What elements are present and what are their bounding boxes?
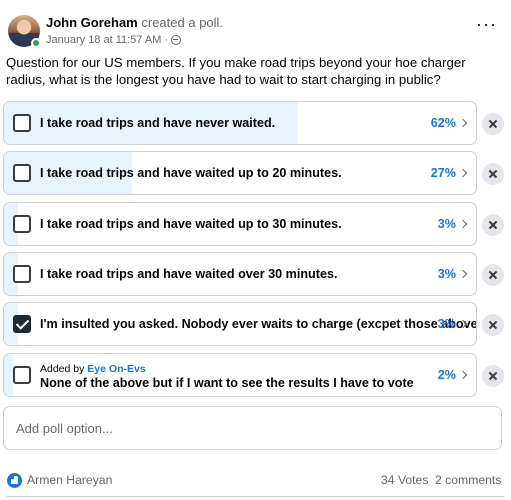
online-status-icon xyxy=(31,38,41,48)
poll-option-row: I take road trips and have waited up to … xyxy=(0,151,511,195)
comments-count[interactable]: 2 comments xyxy=(435,473,501,487)
poll-option-row: I'm insulted you asked. Nobody ever wait… xyxy=(0,302,511,346)
author-avatar[interactable] xyxy=(8,15,41,48)
post-timestamp[interactable]: January 18 at 11:57 AM xyxy=(46,34,161,46)
poll-option-label: I take road trips and have waited up to … xyxy=(40,166,342,180)
remove-option-close-icon[interactable] xyxy=(482,314,504,336)
poll-option-label: I'm insulted you asked. Nobody ever wait… xyxy=(40,317,477,331)
post-footer: Armen Hareyan 34 Votes 2 comments xyxy=(0,470,511,492)
percent-value: 62% xyxy=(430,116,456,130)
option-added-by: Added by Eye On-Evs xyxy=(40,363,146,375)
remove-option-close-icon[interactable] xyxy=(482,264,504,286)
post-header: John Goreham created a poll. January 18 … xyxy=(0,0,511,52)
poll-question: Question for our US members. If you make… xyxy=(6,55,466,87)
poll-option-label: I take road trips and have never waited. xyxy=(40,116,276,130)
poll-option-percent[interactable]: 3% xyxy=(437,267,468,281)
author-name[interactable]: John Goreham xyxy=(46,15,138,30)
poll-option[interactable]: I take road trips and have waited up to … xyxy=(3,202,477,246)
checkbox[interactable] xyxy=(13,215,31,233)
percent-value: 2% xyxy=(437,368,456,382)
remove-option-close-icon[interactable] xyxy=(482,214,504,236)
remove-option-close-icon[interactable] xyxy=(482,365,504,387)
poll-option-percent[interactable]: 2% xyxy=(437,368,468,382)
checkbox[interactable] xyxy=(13,114,31,132)
poll-option-row: I take road trips and have waited over 3… xyxy=(0,252,511,296)
checked-checkbox-icon[interactable] xyxy=(13,315,31,333)
remove-option-close-icon[interactable] xyxy=(482,163,504,185)
chevron-right-icon xyxy=(458,219,468,229)
added-by-label: Added by xyxy=(40,363,85,375)
checkbox[interactable] xyxy=(13,164,31,182)
poll-option-row: Added by Eye On-Evs None of the above but… xyxy=(0,353,511,397)
reactor-name[interactable]: Armen Hareyan xyxy=(27,473,112,487)
poll-option-label: I take road trips and have waited over 3… xyxy=(40,267,338,281)
poll-option-percent[interactable]: 62% xyxy=(430,116,468,130)
footer-divider xyxy=(6,496,504,497)
add-poll-option-input[interactable] xyxy=(3,406,502,450)
votes-count[interactable]: 34 Votes xyxy=(381,473,428,487)
percent-value: 3% xyxy=(437,267,456,281)
poll-option[interactable]: I take road trips and have waited over 3… xyxy=(3,252,477,296)
poll-option-result-bar xyxy=(4,354,13,396)
chevron-right-icon xyxy=(458,370,468,380)
poll-option[interactable]: I'm insulted you asked. Nobody ever wait… xyxy=(3,302,477,346)
checkbox[interactable] xyxy=(13,366,31,384)
chevron-right-icon xyxy=(458,168,468,178)
checkbox[interactable] xyxy=(13,265,31,283)
author-line: John Goreham created a poll. xyxy=(46,15,223,30)
poll-option[interactable]: I take road trips and have waited up to … xyxy=(3,151,477,195)
percent-value: 3% xyxy=(437,217,456,231)
chevron-right-icon xyxy=(458,319,468,329)
poll-option-row: I take road trips and have waited up to … xyxy=(0,202,511,246)
poll-option-row: I take road trips and have never waited.… xyxy=(0,101,511,145)
poll-option-percent[interactable]: 3% xyxy=(437,317,468,331)
post-meta: January 18 at 11:57 AM · xyxy=(46,34,182,46)
percent-value: 27% xyxy=(430,166,456,180)
percent-value: 3% xyxy=(437,317,456,331)
remove-option-close-icon[interactable] xyxy=(482,113,504,135)
poll-option[interactable]: Added by Eye On-Evs None of the above but… xyxy=(3,353,477,397)
poll-option-percent[interactable]: 27% xyxy=(430,166,468,180)
chevron-right-icon xyxy=(458,118,468,128)
added-by-user[interactable]: Eye On-Evs xyxy=(87,363,145,375)
poll-option[interactable]: I take road trips and have never waited.… xyxy=(3,101,477,145)
post-action: created a poll. xyxy=(141,15,224,30)
like-reaction-icon xyxy=(7,473,22,488)
chevron-right-icon xyxy=(458,269,468,279)
poll-option-percent[interactable]: 3% xyxy=(437,217,468,231)
poll-option-label: None of the above but if I want to see t… xyxy=(40,376,414,390)
poll-option-label: I take road trips and have waited up to … xyxy=(40,217,342,231)
globe-icon xyxy=(171,35,182,45)
more-options-button[interactable]: ··· xyxy=(476,15,497,33)
meta-separator: · xyxy=(164,34,169,46)
